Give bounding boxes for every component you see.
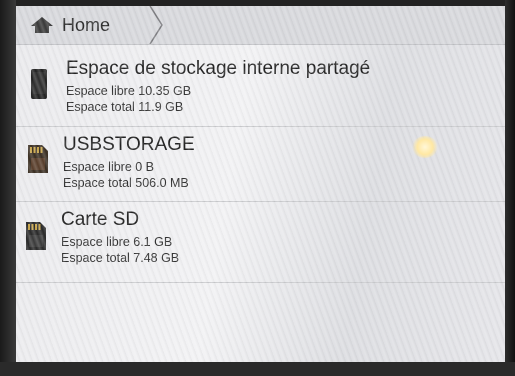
divider xyxy=(16,126,505,127)
storage-item-total-space: Espace total 11.9 GB xyxy=(66,100,184,114)
storage-item-title: Espace de stockage interne partagé xyxy=(66,58,371,79)
bezel-right xyxy=(505,0,515,376)
storage-item-free-space: Espace libre 0 B xyxy=(63,160,155,174)
divider xyxy=(16,201,505,202)
storage-item-total-space: Espace total 7.48 GB xyxy=(61,251,180,265)
storage-item-free-space: Espace libre 10.35 GB xyxy=(66,84,192,98)
breadcrumb: Home xyxy=(16,6,505,45)
storage-item-free-space: Espace libre 6.1 GB xyxy=(61,235,173,249)
breadcrumb-chevron-icon xyxy=(149,6,163,44)
breadcrumb-home[interactable]: Home xyxy=(30,9,110,41)
sd-card-icon xyxy=(28,145,48,173)
breadcrumb-home-label: Home xyxy=(62,14,111,35)
home-icon xyxy=(31,17,53,33)
storage-item-title: Carte SD xyxy=(61,209,140,230)
storage-item-total-space: Espace total 506.0 MB xyxy=(63,176,189,190)
storage-item-internal[interactable]: Espace de stockage interne partagé Espac… xyxy=(16,52,505,124)
storage-item-sd-card[interactable]: Carte SD Espace libre 6.1 GB Espace tota… xyxy=(16,203,505,275)
divider xyxy=(16,282,505,283)
screen: Home Espace de stockage interne partagé … xyxy=(0,0,515,376)
bezel-bottom xyxy=(0,362,515,376)
bezel-left xyxy=(0,0,16,376)
storage-item-usbstorage[interactable]: USBSTORAGE Espace libre 0 B Espace total… xyxy=(16,128,505,200)
bezel-top xyxy=(0,0,515,6)
storage-item-title: USBSTORAGE xyxy=(63,134,195,155)
phone-storage-icon xyxy=(31,69,47,99)
sd-card-icon xyxy=(26,222,46,250)
